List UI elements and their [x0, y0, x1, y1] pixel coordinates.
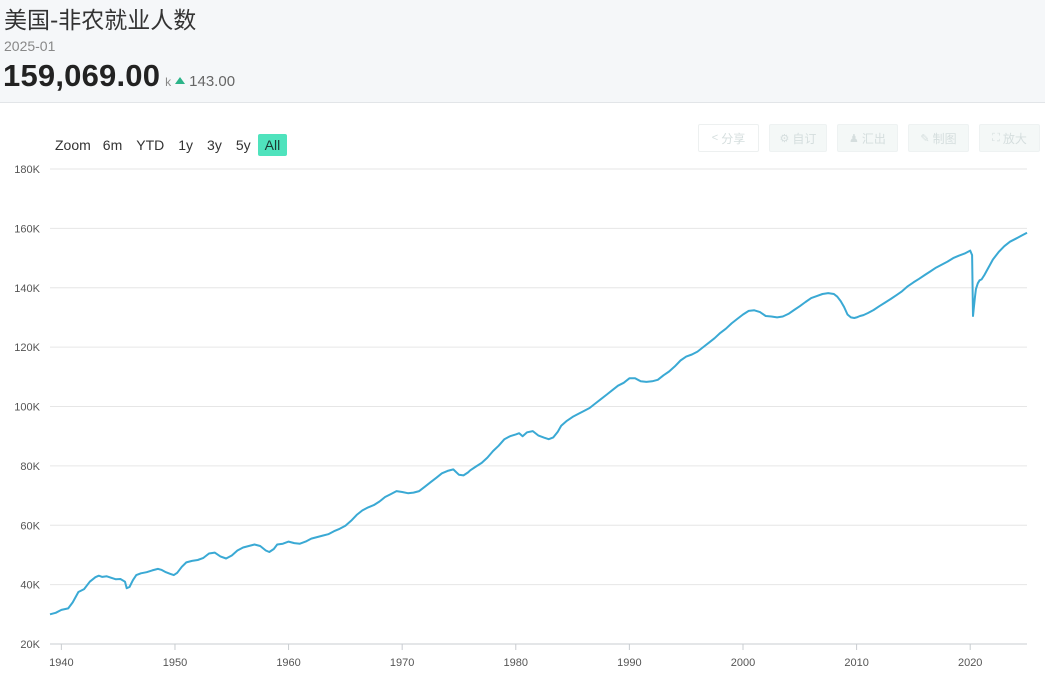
- up-triangle-icon: [175, 77, 186, 84]
- range-button-all[interactable]: All: [257, 134, 288, 156]
- change-indicator: 143.00: [175, 73, 235, 90]
- period-label: 2025-01: [4, 38, 56, 54]
- y-tick-label: 120K: [14, 342, 40, 354]
- value-unit: k: [165, 75, 172, 89]
- x-tick-label: 1950: [163, 657, 187, 669]
- share-button[interactable]: < 分享: [698, 124, 759, 152]
- range-button-6m[interactable]: 6m: [96, 134, 129, 156]
- chart-toolbar: < 分享 ⚙ 自订 ♟ 汇出 ✎ 制图 ⛶ 放大: [698, 124, 1040, 152]
- value-row: 159,069.00 k 143.00: [3, 58, 235, 94]
- range-button-3y[interactable]: 3y: [200, 134, 229, 156]
- zoom-label: Zoom: [55, 137, 91, 153]
- gear-icon: ⚙: [779, 132, 790, 145]
- x-tick-label: 1960: [276, 657, 300, 669]
- grid-layer: [50, 168, 1027, 645]
- x-tick-label: 1970: [390, 657, 414, 669]
- user-icon: ♟: [849, 132, 859, 145]
- header-panel: 美国-非农就业人数 2025-01 159,069.00 k 143.00: [0, 0, 1045, 103]
- x-tick-label: 1940: [49, 657, 73, 669]
- y-tick-label: 60K: [20, 520, 40, 532]
- pencil-icon: ✎: [920, 132, 930, 145]
- x-tick-label: 2020: [958, 657, 982, 669]
- y-tick-label: 180K: [14, 164, 40, 176]
- series-line[interactable]: [49, 231, 1028, 616]
- page-title: 美国-非农就业人数: [4, 8, 197, 34]
- custom-button[interactable]: ⚙ 自订: [769, 124, 827, 152]
- range-selector: Zoom 6m YTD 1y 3y 5y All: [50, 134, 288, 156]
- share-icon: <: [711, 132, 719, 144]
- y-tick-label: 100K: [14, 402, 40, 414]
- y-tick-label: 20K: [20, 639, 40, 651]
- range-button-5y[interactable]: 5y: [229, 134, 258, 156]
- line-chart[interactable]: 20K 40K 60K 80K 100K 120K 140K 160K 180K 1940 1950…: [0, 160, 1045, 681]
- y-tick-label: 160K: [14, 223, 40, 235]
- draw-button[interactable]: ✎ 制图: [908, 124, 969, 152]
- range-button-1y[interactable]: 1y: [171, 134, 200, 156]
- x-tick-label: 2000: [731, 657, 755, 669]
- y-tick-label: 140K: [14, 283, 40, 295]
- expand-icon: ⛶: [992, 131, 1000, 144]
- axis-layer: 20K 40K 60K 80K 100K 120K 140K 160K 180K 1940 1950…: [14, 164, 982, 669]
- x-tick-label: 1980: [504, 657, 528, 669]
- range-button-ytd[interactable]: YTD: [129, 134, 171, 156]
- x-tick-label: 1990: [617, 657, 641, 669]
- current-value: 159,069.00: [3, 58, 161, 93]
- y-tick-label: 40K: [20, 580, 40, 592]
- y-tick-label: 80K: [20, 461, 40, 473]
- change-value: 143.00: [189, 73, 236, 90]
- x-tick-label: 2010: [844, 657, 868, 669]
- series-layer: [49, 231, 1028, 616]
- fullscreen-button[interactable]: ⛶ 放大: [979, 124, 1040, 152]
- export-button[interactable]: ♟ 汇出: [837, 124, 898, 152]
